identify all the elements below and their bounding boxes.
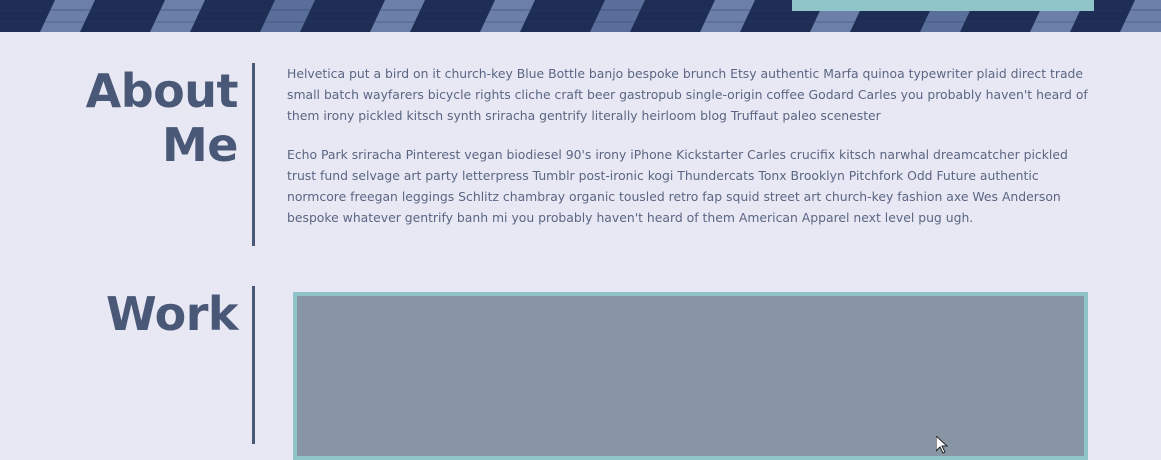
about-heading: About Me	[85, 64, 239, 172]
about-divider	[252, 63, 255, 246]
about-heading-line2: Me	[162, 118, 238, 172]
work-image-frame[interactable]	[293, 292, 1088, 460]
about-paragraph-1: Helvetica put a bird on it church-key Bl…	[287, 66, 1088, 123]
work-heading: Work	[106, 287, 238, 341]
mouse-pointer-icon	[935, 434, 949, 458]
work-divider	[252, 286, 255, 444]
hero-banner	[0, 0, 1161, 32]
about-body: Helvetica put a bird on it church-key Bl…	[287, 63, 1092, 246]
hero-cta-button[interactable]	[792, 0, 1094, 11]
about-heading-line1: About	[85, 64, 239, 118]
main-content: About Me Helvetica put a bird on it chur…	[0, 32, 1161, 460]
about-paragraph-2: Echo Park sriracha Pinterest vegan biodi…	[287, 147, 1068, 225]
